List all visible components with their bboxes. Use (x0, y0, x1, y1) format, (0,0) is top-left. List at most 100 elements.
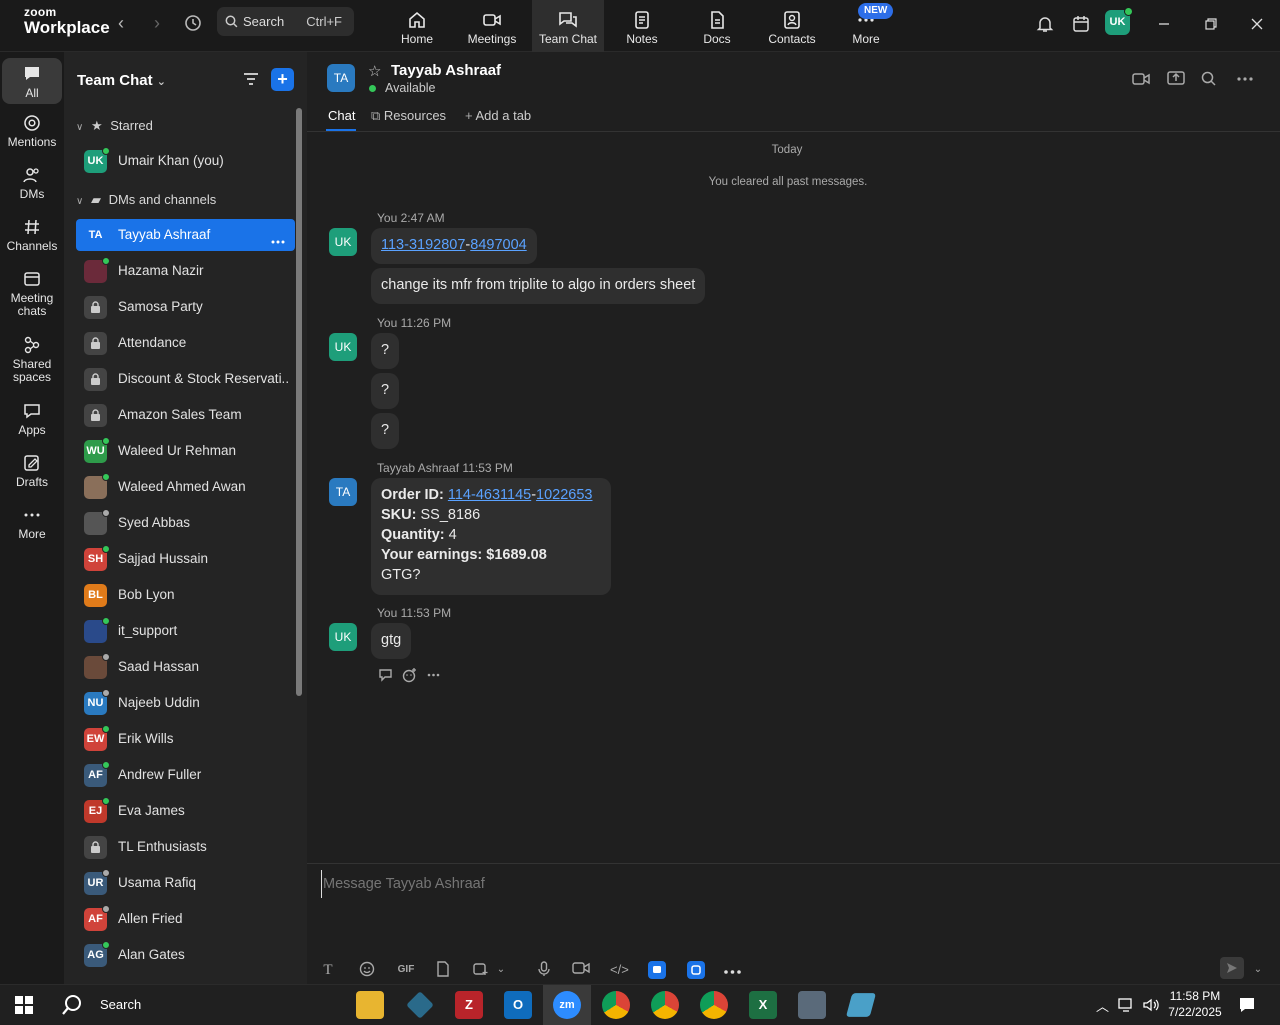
microphone-icon[interactable] (535, 961, 553, 979)
dms-channels-section[interactable]: ∨ ▰ DMs and channels (76, 192, 216, 208)
network-icon[interactable] (1118, 997, 1136, 1013)
calculator-icon[interactable] (798, 991, 826, 1019)
file-icon[interactable] (434, 961, 452, 979)
order-message-bubble[interactable]: Order ID: 114-4631145-1022653 SKU: SS_81… (371, 478, 611, 595)
chat-avatar[interactable]: TA (327, 64, 355, 92)
video-message-icon[interactable] (572, 961, 590, 979)
message-bubble[interactable]: ? (371, 373, 400, 409)
topnav-contacts[interactable]: Contacts (756, 0, 828, 52)
dm-item[interactable]: Hazama Nazir (76, 255, 295, 287)
new-chat-button[interactable]: + (271, 68, 294, 91)
dm-item[interactable]: NU Najeeb Uddin (76, 687, 295, 719)
topnav-meetings[interactable]: Meetings (456, 0, 528, 52)
search-box[interactable]: Search Ctrl+F (217, 7, 354, 36)
text-format-icon[interactable]: T (319, 961, 337, 979)
app-blue-square-icon[interactable] (687, 961, 705, 979)
message-bubble[interactable]: change its mfr from triplite to algo in … (371, 268, 706, 304)
dm-item[interactable]: Saad Hassan (76, 651, 295, 683)
filter-icon[interactable] (242, 70, 260, 88)
order-id-link-b[interactable]: 1022653 (536, 487, 592, 503)
topnav-docs[interactable]: Docs (681, 0, 753, 52)
file-explorer-icon[interactable] (356, 991, 384, 1019)
dm-item[interactable]: UR Usama Rafiq (76, 867, 295, 899)
minimize-icon[interactable] (1152, 12, 1176, 36)
share-screen-icon[interactable] (1167, 70, 1185, 86)
tab-add[interactable]: + Add a tab (465, 108, 531, 123)
bell-icon[interactable] (1033, 12, 1057, 36)
message-input[interactable] (321, 870, 1261, 898)
chevron-down-icon[interactable]: ⌄ (1249, 961, 1267, 979)
order-link-a[interactable]: 113-3192807 (381, 237, 465, 253)
sidebar-title[interactable]: Team Chat ⌄ (77, 72, 166, 89)
order-id-link-a[interactable]: 114-4631145 (448, 487, 531, 503)
more-options-icon[interactable] (1237, 77, 1253, 81)
more-tools-icon[interactable] (723, 961, 741, 979)
screenshot-icon[interactable] (471, 961, 489, 979)
message-bubble[interactable]: ? (371, 413, 400, 449)
dm-item[interactable]: AF Allen Fried (76, 903, 295, 935)
topnav-team-chat[interactable]: Team Chat (532, 0, 604, 52)
chat-name[interactable]: Tayyab Ashraaf (391, 62, 501, 79)
starred-item-umair-khan[interactable]: UK Umair Khan (you) (76, 145, 295, 177)
message-avatar[interactable]: TA (329, 478, 357, 506)
rail-apps[interactable]: Apps (2, 402, 62, 437)
message-avatar[interactable]: UK (329, 623, 357, 651)
topnav-notes[interactable]: Notes (606, 0, 678, 52)
rail-channels[interactable]: Channels (2, 218, 62, 253)
dm-item[interactable]: Samosa Party (76, 291, 295, 323)
message-bubble[interactable]: ? (371, 333, 400, 369)
rail-dms[interactable]: DMs (2, 166, 62, 201)
starred-section[interactable]: ∨ ★ Starred (76, 118, 153, 134)
zoom-logo[interactable]: zoom Workplace (24, 6, 110, 37)
order-link-b[interactable]: 8497004 (470, 237, 526, 253)
dm-item[interactable]: EW Erik Wills (76, 723, 295, 755)
app-notepad-icon[interactable] (845, 993, 877, 1017)
gif-button[interactable]: GIF (395, 961, 417, 979)
rail-meeting-chats[interactable]: Meeting chats (2, 270, 62, 318)
rail-mentions[interactable]: Mentions (2, 114, 62, 149)
notifications-icon[interactable] (1238, 996, 1256, 1014)
app-diamond-icon[interactable] (406, 991, 434, 1019)
chevron-up-icon[interactable]: ︿ (1096, 996, 1109, 1015)
emoji-icon[interactable] (358, 961, 376, 979)
dm-item[interactable]: Amazon Sales Team (76, 399, 295, 431)
reply-icon[interactable] (379, 668, 394, 682)
emoji-reaction-icon[interactable] (402, 667, 418, 683)
tab-resources[interactable]: ⧉ Resources (371, 108, 446, 124)
app-blue-chat-icon[interactable] (648, 961, 666, 979)
dm-item[interactable]: BL Bob Lyon (76, 579, 295, 611)
dm-item[interactable]: TL Enthusiasts (76, 831, 295, 863)
chrome-icon[interactable] (651, 991, 679, 1019)
message-bubble[interactable]: 113-3192807-8497004 (371, 228, 537, 264)
dm-item[interactable]: TA Tayyab Ashraaf (76, 219, 295, 251)
windows-start-icon[interactable] (15, 996, 33, 1014)
more-actions-icon[interactable] (427, 673, 440, 677)
topnav-home[interactable]: Home (381, 0, 453, 52)
message-bubble[interactable]: gtg (371, 623, 412, 659)
rail-drafts[interactable]: Drafts (2, 454, 62, 489)
back-arrow-icon[interactable]: ‹ (110, 12, 132, 34)
code-snippet-icon[interactable]: </> (610, 961, 629, 979)
dm-item[interactable]: it_support (76, 615, 295, 647)
dm-item[interactable]: WU Waleed Ur Rehman (76, 435, 295, 467)
chrome-icon[interactable] (602, 991, 630, 1019)
video-call-icon[interactable] (1132, 72, 1150, 86)
rail-all[interactable]: All (2, 58, 62, 104)
filezilla-icon[interactable]: Z (455, 991, 483, 1019)
dm-item[interactable]: Attendance (76, 327, 295, 359)
message-avatar[interactable]: UK (329, 333, 357, 361)
sidebar-scrollbar[interactable] (296, 108, 302, 696)
chrome-icon[interactable] (700, 991, 728, 1019)
zoom-taskbar-icon[interactable]: zm (553, 991, 581, 1019)
dm-item[interactable]: EJ Eva James (76, 795, 295, 827)
dm-item[interactable]: SH Sajjad Hussain (76, 543, 295, 575)
send-icon[interactable] (1220, 957, 1244, 979)
chevron-down-icon[interactable]: ⌄ (495, 961, 507, 979)
search-icon[interactable] (1201, 71, 1217, 87)
close-icon[interactable] (1245, 12, 1269, 36)
taskbar-clock[interactable]: 11:58 PM 7/22/2025 (1164, 988, 1226, 1020)
forward-arrow-icon[interactable]: › (146, 12, 168, 34)
volume-icon[interactable] (1142, 997, 1160, 1013)
taskbar-search-label[interactable]: Search (100, 997, 141, 1012)
rail-more[interactable]: More (2, 506, 62, 541)
